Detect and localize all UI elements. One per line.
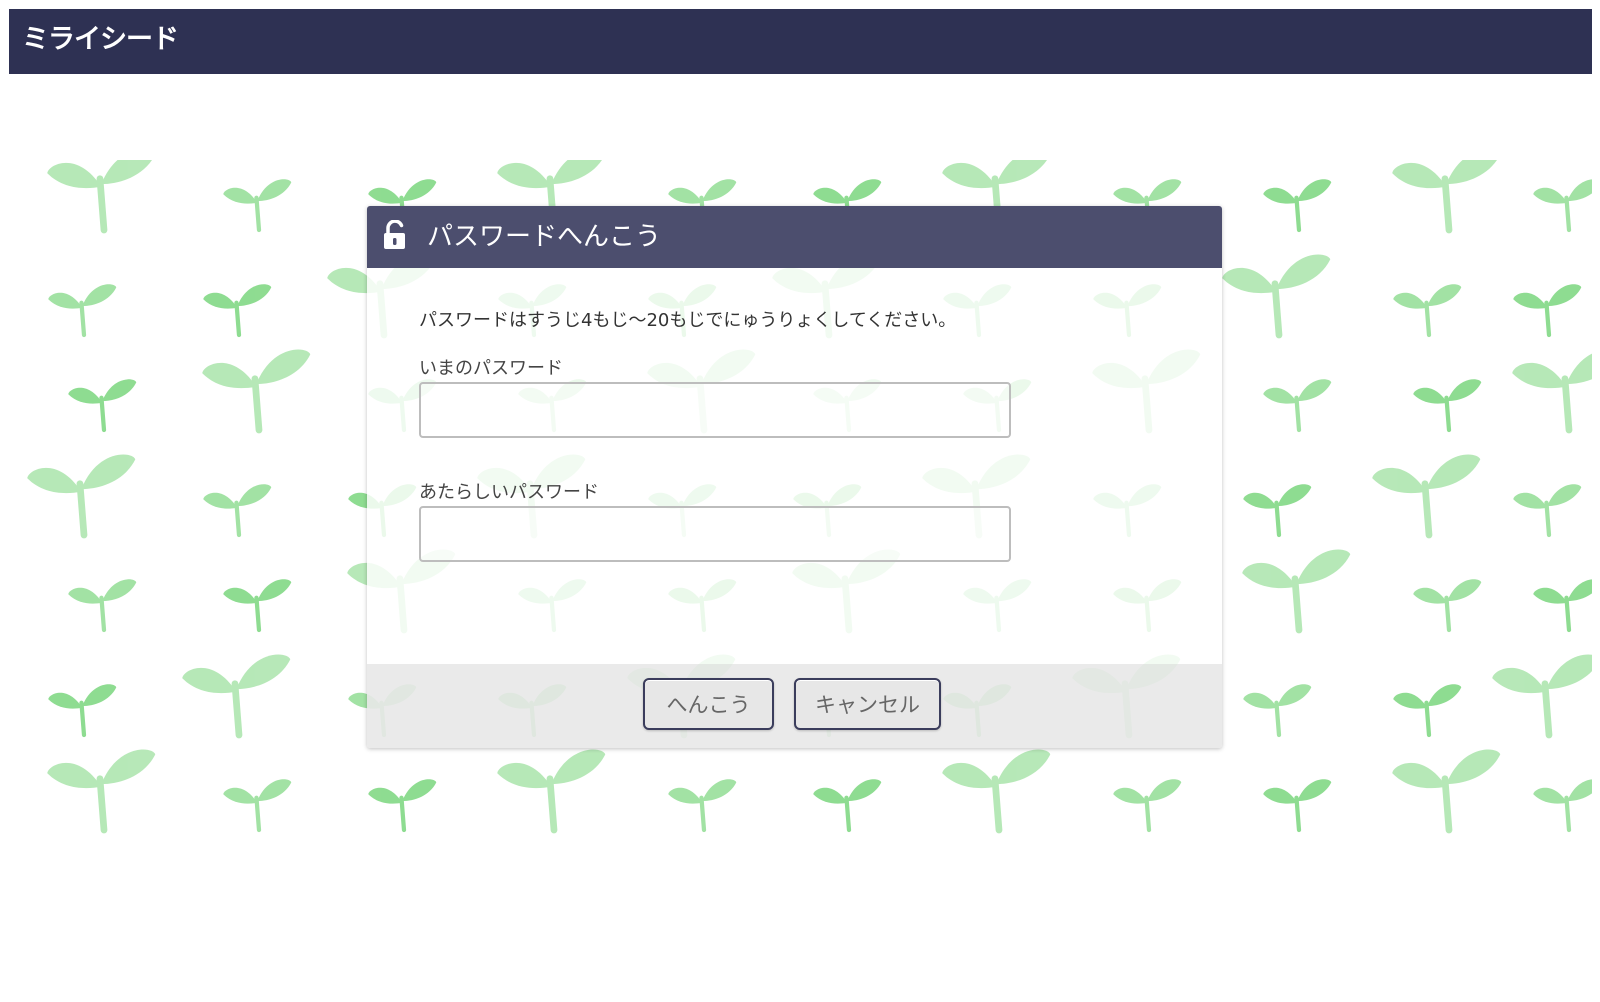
sprout-decoration xyxy=(1492,654,1592,735)
sprout-decoration xyxy=(203,484,271,535)
sprout-decoration xyxy=(1392,749,1500,830)
password-rule-hint: パスワードはすうじ4もじ〜20もじでにゅうりょくしてください。 xyxy=(419,310,957,331)
sprout-decoration xyxy=(497,749,605,830)
sprout-decoration xyxy=(1242,549,1350,630)
sprout-decoration xyxy=(813,779,881,830)
sprout-decoration xyxy=(1393,284,1461,335)
current-password-label: いまのパスワード xyxy=(419,358,563,379)
sprout-decoration xyxy=(202,349,310,430)
sprout-decoration xyxy=(1533,179,1592,230)
sprout-decoration xyxy=(1113,779,1181,830)
sprout-decoration xyxy=(1243,484,1311,535)
sprout-decoration xyxy=(1513,284,1581,335)
sprout-decoration xyxy=(27,454,135,535)
sprout-decoration xyxy=(48,284,116,335)
sprout-decoration xyxy=(1372,454,1480,535)
sprout-decoration xyxy=(48,684,116,735)
dialog-title: パスワードへんこう xyxy=(427,222,662,252)
dialog-footer: へんこう キャンセル xyxy=(367,664,1222,748)
top-bar: ミライシード xyxy=(9,9,1592,74)
new-password-label: あたらしいパスワード xyxy=(419,482,599,503)
sprout-decoration xyxy=(1513,484,1581,535)
sprout-decoration xyxy=(942,749,1050,830)
sprout-decoration xyxy=(1393,684,1461,735)
sprout-decoration xyxy=(223,779,291,830)
sprout-decoration xyxy=(68,379,136,430)
sprout-decoration xyxy=(1222,254,1330,335)
sprout-decoration xyxy=(368,779,436,830)
sprout-decoration xyxy=(1413,379,1481,430)
sprout-decoration xyxy=(223,579,291,630)
sprout-decoration xyxy=(1263,179,1331,230)
change-password-dialog: パスワードへんこう パスワードはすうじ4もじ〜20もじでにゅうりょくしてください… xyxy=(367,206,1222,748)
sprout-decoration xyxy=(1392,160,1500,230)
sprout-decoration xyxy=(1533,779,1592,830)
sprout-decoration xyxy=(668,779,736,830)
sprout-decoration xyxy=(223,179,291,230)
change-button[interactable]: へんこう xyxy=(643,678,774,730)
sprout-decoration xyxy=(1413,579,1481,630)
sprout-decoration xyxy=(1263,379,1331,430)
sprout-decoration xyxy=(1512,349,1592,430)
sprout-decoration xyxy=(68,579,136,630)
sprout-decoration xyxy=(47,749,155,830)
window-edge xyxy=(1592,0,1600,1002)
sprout-decoration xyxy=(1243,684,1311,735)
sprout-decoration xyxy=(1533,579,1592,630)
app-logo[interactable]: ミライシード xyxy=(22,21,179,59)
sprout-decoration xyxy=(47,160,155,230)
cancel-button[interactable]: キャンセル xyxy=(794,678,941,730)
sprout-decoration xyxy=(203,284,271,335)
unlock-icon xyxy=(384,220,405,249)
sprout-decoration xyxy=(182,654,290,735)
new-password-input[interactable] xyxy=(419,506,1011,562)
dialog-header: パスワードへんこう xyxy=(367,206,1222,268)
current-password-input[interactable] xyxy=(419,382,1011,438)
sprout-decoration xyxy=(1263,779,1331,830)
dialog-body: パスワードはすうじ4もじ〜20もじでにゅうりょくしてください。 いまのパスワード… xyxy=(367,268,1222,664)
